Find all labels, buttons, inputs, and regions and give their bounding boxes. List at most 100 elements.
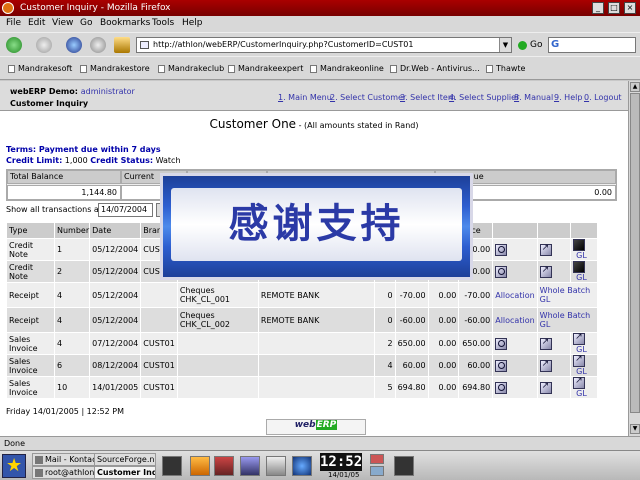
cell-action[interactable]	[492, 376, 538, 399]
task-terminal[interactable]: root@athlon: /u	[32, 466, 96, 479]
home-icon[interactable]	[114, 37, 130, 53]
minimize-button[interactable]: _	[592, 2, 604, 14]
cell-action[interactable]	[536, 354, 572, 377]
tools-launcher-icon[interactable]	[266, 456, 286, 476]
logout-link[interactable]: 0. Logout	[584, 93, 622, 102]
whole-batch-gl-link[interactable]: Whole Batch GL	[540, 286, 591, 304]
print-icon[interactable]	[573, 354, 586, 367]
cell-balance: 60.00	[458, 354, 494, 377]
bookmark-item[interactable]: Mandrakestore	[80, 64, 150, 73]
bookmark-item[interactable]: Mandrakeclub	[158, 64, 224, 73]
bookmark-item[interactable]: Thawte	[486, 64, 525, 73]
cell-action[interactable]: Allocation	[492, 282, 538, 308]
cell-action[interactable]	[492, 260, 538, 283]
menu-file[interactable]: File	[6, 18, 21, 28]
tray-alert-icon[interactable]	[370, 454, 384, 464]
cell-action[interactable]	[492, 332, 538, 355]
cell-action[interactable]	[492, 354, 538, 377]
view-transaction-icon[interactable]	[495, 337, 508, 350]
mail-launcher-icon[interactable]	[214, 456, 234, 476]
open-document-icon[interactable]	[539, 265, 552, 278]
whole-batch-gl-link[interactable]: Whole Batch GL	[540, 311, 591, 329]
open-document-icon[interactable]	[539, 337, 552, 350]
cell-action[interactable]: GL	[570, 354, 598, 377]
bookmark-item[interactable]: Mandrakeexpert	[228, 64, 303, 73]
total-balance-value: 1,144.80	[7, 185, 121, 200]
network-launcher-icon[interactable]	[292, 456, 312, 476]
menu-edit[interactable]: Edit	[28, 18, 45, 28]
cell-action[interactable]	[536, 260, 572, 283]
vertical-scrollbar[interactable]: ▲ ▼	[628, 81, 640, 436]
view-transaction-icon[interactable]	[495, 359, 508, 372]
cell-action[interactable]: GL	[570, 332, 598, 355]
close-button[interactable]: ×	[624, 2, 636, 14]
bookmark-item[interactable]: Mandrakesoft	[8, 64, 72, 73]
main-menu-link[interactable]: 1. Main Menu	[278, 93, 332, 102]
cell-action[interactable]: GL	[570, 238, 598, 261]
gl-link[interactable]: GL	[576, 367, 587, 376]
gl-link[interactable]: GL	[576, 389, 587, 398]
allocation-link[interactable]: Allocation	[495, 291, 534, 300]
cell-action[interactable]: Whole Batch GL	[536, 307, 599, 333]
print-icon[interactable]	[573, 376, 586, 389]
scroll-thumb[interactable]	[630, 93, 640, 413]
allocate-icon[interactable]	[573, 239, 586, 251]
cell-action[interactable]: Allocation	[492, 307, 538, 333]
allocation-link[interactable]: Allocation	[495, 316, 534, 325]
column-header: Number	[53, 222, 91, 239]
menu-tools[interactable]: Tools	[152, 18, 174, 28]
gl-link[interactable]: GL	[576, 273, 587, 282]
menu-go[interactable]: Go	[80, 18, 92, 28]
cell-order: 0	[374, 282, 396, 308]
address-bar[interactable]: http://athlon/webERP/CustomerInquiry.php…	[136, 37, 512, 53]
desktop-icon[interactable]	[394, 456, 414, 476]
view-transaction-icon[interactable]	[495, 265, 508, 278]
scroll-down-icon[interactable]: ▼	[630, 424, 640, 434]
menu-help[interactable]: Help	[182, 18, 203, 28]
tray-network-icon[interactable]	[370, 466, 384, 476]
manual-link[interactable]: 8. Manual	[514, 93, 553, 102]
maximize-button[interactable]: □	[608, 2, 620, 14]
task-customer-inquiry[interactable]: Customer Inq	[94, 466, 156, 479]
start-menu-icon[interactable]	[2, 454, 26, 478]
terminal-launcher-icon[interactable]	[162, 456, 182, 476]
help-link[interactable]: 9. Help	[554, 93, 582, 102]
cell-action[interactable]	[492, 238, 538, 261]
go-button[interactable]: Go	[518, 37, 542, 53]
cell-action[interactable]	[536, 238, 572, 261]
search-input[interactable]: G	[548, 37, 636, 53]
cell-action[interactable]: GL	[570, 260, 598, 283]
menu-view[interactable]: View	[52, 18, 73, 28]
cell-action[interactable]	[536, 376, 572, 399]
back-icon[interactable]	[6, 37, 22, 53]
open-document-icon[interactable]	[539, 243, 552, 256]
view-transaction-icon[interactable]	[495, 381, 508, 394]
view-transaction-icon[interactable]	[495, 243, 508, 256]
menu-bookmarks[interactable]: Bookmarks	[100, 18, 150, 28]
stop-icon[interactable]	[90, 37, 106, 53]
select-customer-link[interactable]: 2. Select Customer	[330, 93, 406, 102]
gl-link[interactable]: GL	[576, 345, 587, 354]
select-supplier-link[interactable]: 4. Select Supplier	[449, 93, 519, 102]
scroll-up-icon[interactable]: ▲	[630, 82, 640, 92]
print-icon[interactable]	[573, 332, 586, 345]
user-link[interactable]: administrator	[81, 87, 135, 96]
select-item-link[interactable]: 3. Select Item	[400, 93, 456, 102]
cell-action[interactable]: GL	[570, 376, 598, 399]
editor-launcher-icon[interactable]	[240, 456, 260, 476]
cell-action[interactable]	[536, 332, 572, 355]
konqueror-launcher-icon[interactable]	[190, 456, 210, 476]
show-after-date-input[interactable]: 14/07/2004	[98, 203, 153, 217]
cell-action[interactable]: Whole Batch GL	[536, 282, 599, 308]
open-document-icon[interactable]	[539, 359, 552, 372]
task-sourceforge[interactable]: SourceForge.n	[94, 453, 156, 466]
address-dropdown-icon[interactable]: ▼	[499, 38, 511, 52]
open-document-icon[interactable]	[539, 381, 552, 394]
reload-icon[interactable]	[66, 37, 82, 53]
gl-link[interactable]: GL	[576, 251, 587, 260]
cell-number: 2	[53, 260, 91, 283]
bookmark-item[interactable]: Mandrakeonline	[310, 64, 384, 73]
forward-icon[interactable]	[36, 37, 52, 53]
allocate-icon[interactable]	[573, 261, 586, 273]
bookmark-item[interactable]: Dr.Web - Antivirus...	[390, 64, 480, 73]
